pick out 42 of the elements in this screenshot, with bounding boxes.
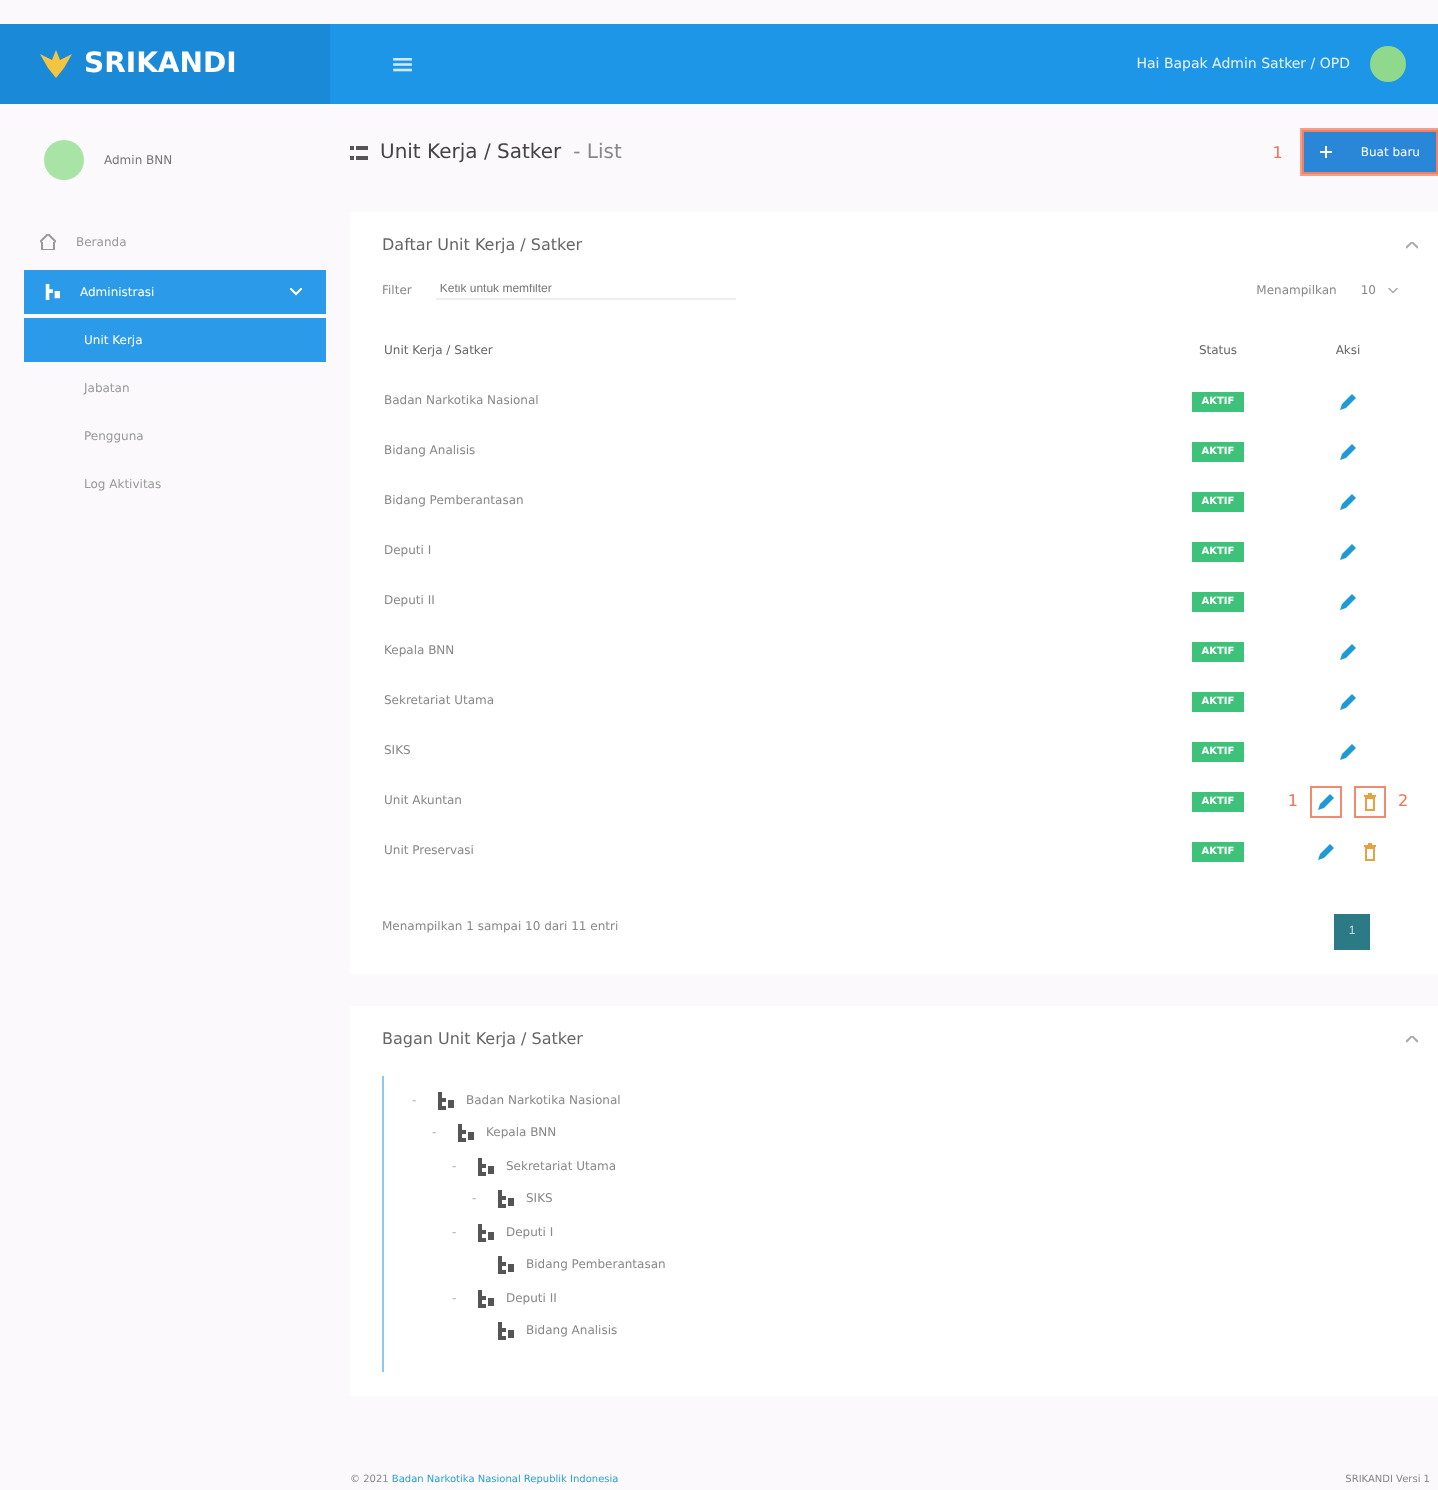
- brand-name: SRIKANDI: [84, 48, 237, 80]
- chevron-icon: [290, 288, 302, 296]
- pencil-icon: [1338, 641, 1358, 661]
- menu-icon[interactable]: ≡: [390, 46, 416, 82]
- sitemap-icon: [476, 1289, 494, 1308]
- caret-icon: [1388, 288, 1398, 294]
- pencil-icon: [1338, 541, 1358, 561]
- home-icon: [40, 234, 56, 250]
- collapse-icon[interactable]: [1406, 1035, 1418, 1043]
- edit-button[interactable]: [1310, 785, 1342, 817]
- card-title: Bagan Unit Kerja / Satker: [382, 1030, 583, 1048]
- pencil-icon: [1338, 741, 1358, 761]
- pencil-icon: [1338, 591, 1358, 611]
- sitemap-icon: [476, 1223, 494, 1242]
- sitemap-icon: [496, 1190, 514, 1209]
- trash-icon: [1360, 841, 1380, 861]
- sitemap-icon: [436, 1091, 454, 1110]
- sitemap-icon: [476, 1157, 494, 1176]
- plus-icon: [1320, 146, 1333, 158]
- pencil-icon: [1316, 841, 1336, 861]
- page-title: Unit Kerja / Satker: [380, 141, 562, 163]
- avatar-icon[interactable]: [1370, 46, 1406, 82]
- pencil-icon: [1338, 691, 1358, 711]
- pencil-icon: [1338, 391, 1358, 411]
- sitemap-icon: [456, 1124, 474, 1143]
- card-title: Daftar Unit Kerja / Satker: [382, 236, 583, 254]
- collapse-icon[interactable]: [1406, 241, 1418, 249]
- pencil-icon: [1316, 791, 1336, 811]
- eagle-logo-icon: [40, 50, 72, 78]
- pencil-icon: [1338, 441, 1358, 461]
- page-subtitle: - List: [573, 141, 622, 163]
- pencil-icon: [1338, 491, 1358, 511]
- sitemap-icon: [496, 1322, 514, 1341]
- list-icon: [350, 145, 368, 159]
- trash-icon: [1360, 791, 1380, 811]
- annotation-number: 1: [1287, 792, 1298, 810]
- delete-button[interactable]: [1354, 785, 1386, 817]
- annotation-number: 1: [1272, 143, 1283, 161]
- sitemap-icon: [44, 284, 60, 300]
- avatar-icon: [44, 140, 84, 180]
- sitemap-icon: [496, 1256, 514, 1275]
- annotation-number: 2: [1398, 792, 1409, 810]
